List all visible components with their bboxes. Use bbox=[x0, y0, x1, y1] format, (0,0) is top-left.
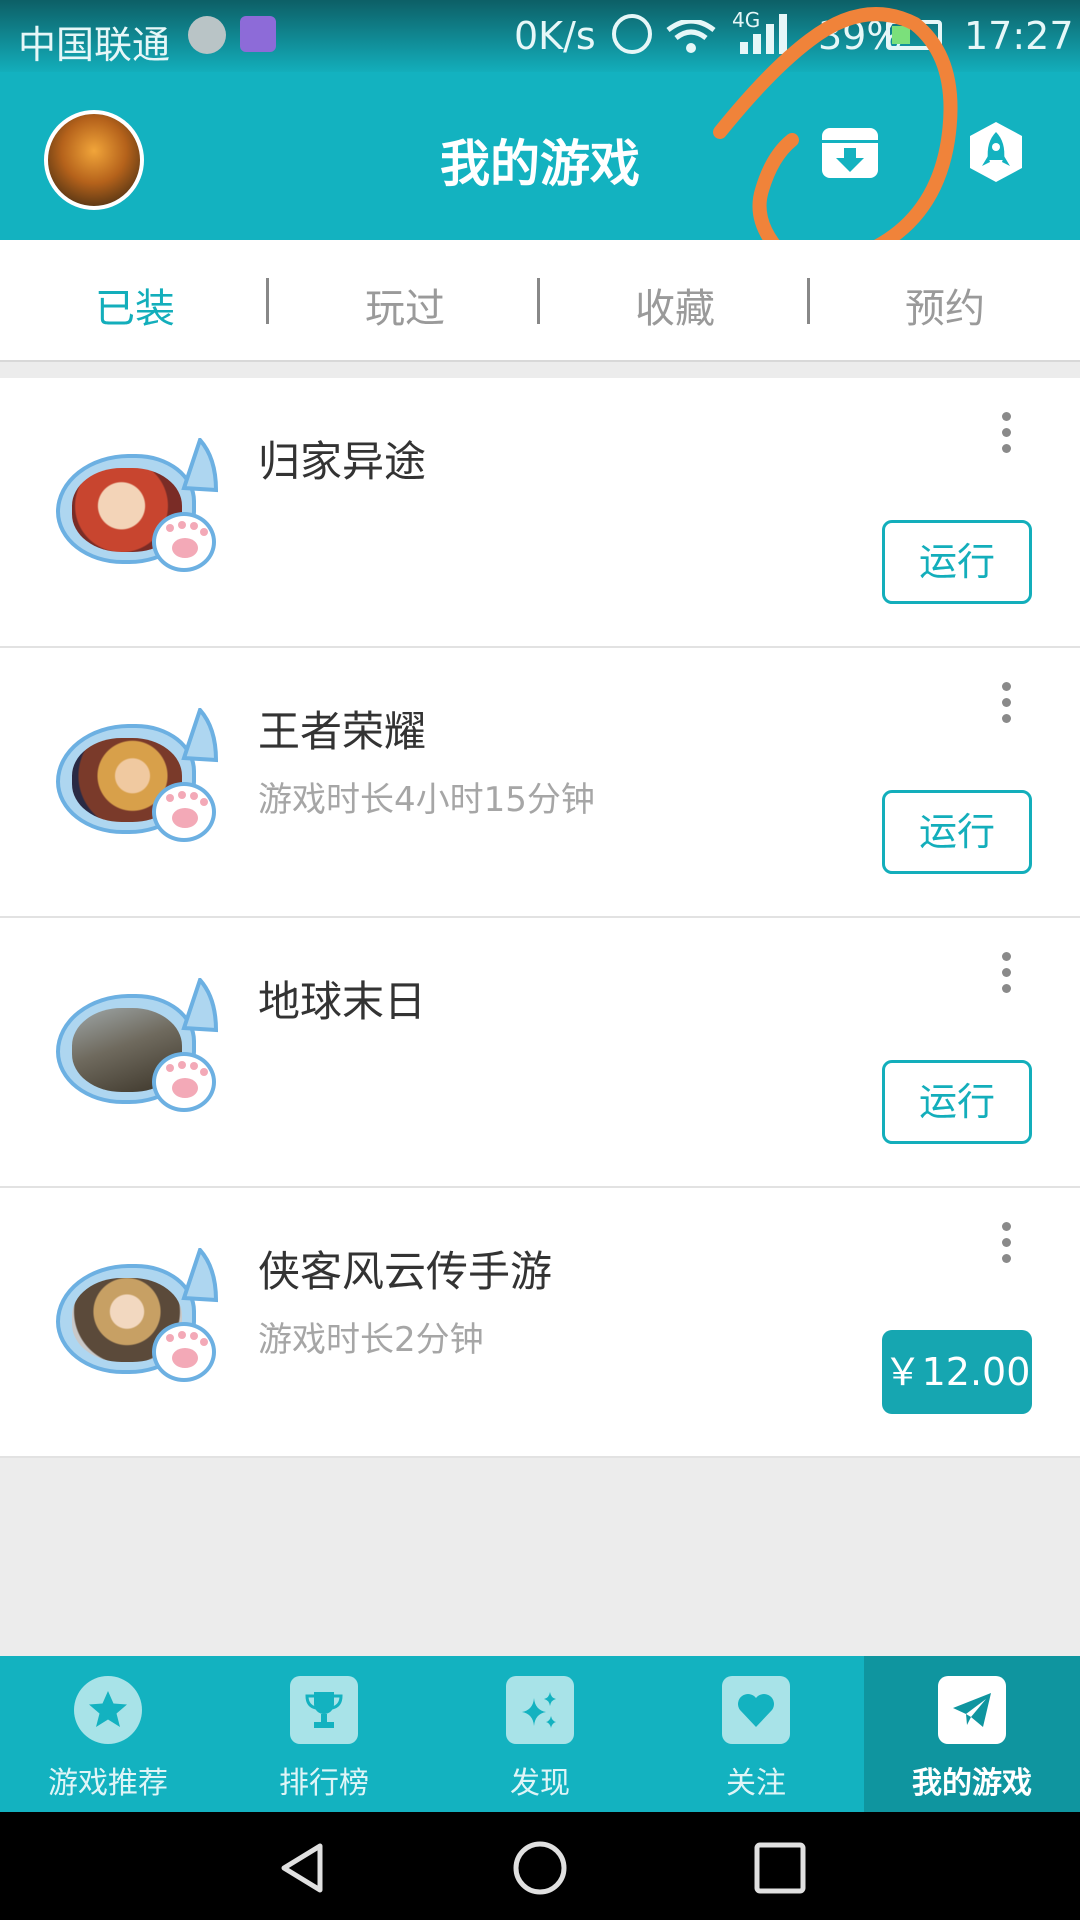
tab-divider bbox=[266, 278, 269, 324]
download-manager-icon[interactable] bbox=[820, 126, 880, 180]
game-name: 侠客风云传手游 bbox=[258, 1247, 553, 1296]
nav-label: 发现 bbox=[510, 1766, 570, 1801]
game-playtime: 游戏时长4小时15分钟 bbox=[258, 780, 595, 820]
nav-item-discover[interactable]: 发现 bbox=[432, 1656, 648, 1812]
paper-plane-icon bbox=[938, 1676, 1006, 1744]
tab-played[interactable]: 玩过 bbox=[270, 276, 540, 334]
system-nav-bar bbox=[0, 1812, 1080, 1920]
battery-icon bbox=[886, 20, 942, 50]
list-item[interactable]: 王者荣耀 游戏时长4小时15分钟 运行 bbox=[0, 648, 1080, 918]
game-name: 归家异途 bbox=[258, 437, 427, 486]
app-notification-icon bbox=[188, 16, 226, 54]
signal-icon bbox=[740, 12, 787, 54]
tab-favorites[interactable]: 收藏 bbox=[540, 276, 810, 334]
nav-label: 关注 bbox=[726, 1766, 786, 1801]
game-playtime: 游戏时长2分钟 bbox=[258, 1320, 484, 1360]
page-title: 我的游戏 bbox=[440, 135, 640, 193]
more-options-icon[interactable] bbox=[996, 412, 1016, 462]
app-header: 我的游戏 bbox=[0, 72, 1080, 240]
nav-label: 排行榜 bbox=[279, 1766, 369, 1801]
list-item[interactable]: 地球末日 运行 bbox=[0, 918, 1080, 1188]
more-options-icon[interactable] bbox=[996, 952, 1016, 1002]
run-button[interactable]: 运行 bbox=[882, 790, 1032, 874]
nav-label: 游戏推荐 bbox=[48, 1766, 168, 1801]
trophy-icon bbox=[290, 1676, 358, 1744]
tab-installed[interactable]: 已装 bbox=[0, 276, 270, 334]
network-speed: 0K/s bbox=[514, 14, 596, 58]
wifi-icon bbox=[666, 20, 716, 53]
nav-item-rankings[interactable]: 排行榜 bbox=[216, 1656, 432, 1812]
more-options-icon[interactable] bbox=[996, 682, 1016, 732]
run-button[interactable]: 运行 bbox=[882, 520, 1032, 604]
buy-button[interactable]: ￥12.00 bbox=[882, 1330, 1032, 1414]
sparkle-icon bbox=[506, 1676, 574, 1744]
clock-time: 17:27 bbox=[964, 14, 1074, 58]
heart-icon bbox=[722, 1676, 790, 1744]
game-icon bbox=[56, 978, 226, 1118]
status-bar: 中国联通 0K/s 4G 39% 17:27 bbox=[0, 0, 1080, 72]
run-button[interactable]: 运行 bbox=[882, 1060, 1032, 1144]
tab-reservations[interactable]: 预约 bbox=[810, 276, 1080, 334]
more-options-icon[interactable] bbox=[996, 1222, 1016, 1272]
game-icon bbox=[56, 438, 226, 578]
rocket-icon[interactable] bbox=[968, 120, 1024, 184]
recents-icon[interactable] bbox=[752, 1840, 808, 1896]
game-list: 归家异途 运行 王者荣耀 游戏时长4小时15分钟 运行 地球末日 运行 侠客风云… bbox=[0, 378, 1080, 1458]
nav-label: 我的游戏 bbox=[912, 1766, 1032, 1801]
carrier-name: 中国联通 bbox=[18, 23, 171, 67]
tab-bar: 已装 玩过 收藏 预约 bbox=[0, 240, 1080, 362]
list-item[interactable]: 归家异途 运行 bbox=[0, 378, 1080, 648]
notification-icons bbox=[188, 16, 276, 54]
list-item[interactable]: 侠客风云传手游 游戏时长2分钟 ￥12.00 bbox=[0, 1188, 1080, 1458]
nav-item-my-games[interactable]: 我的游戏 bbox=[864, 1656, 1080, 1812]
game-icon bbox=[56, 1248, 226, 1388]
star-icon bbox=[74, 1676, 142, 1744]
nav-item-recommend[interactable]: 游戏推荐 bbox=[0, 1656, 216, 1812]
back-icon[interactable] bbox=[274, 1840, 330, 1896]
alarm-icon bbox=[612, 14, 652, 54]
nav-item-follow[interactable]: 关注 bbox=[648, 1656, 864, 1812]
game-name: 地球末日 bbox=[258, 977, 427, 1026]
image-notification-icon bbox=[240, 16, 276, 52]
game-name: 王者荣耀 bbox=[258, 707, 427, 756]
game-icon bbox=[56, 708, 226, 848]
home-icon[interactable] bbox=[512, 1840, 568, 1896]
bottom-nav: 游戏推荐 排行榜 发现 关注 我的游戏 bbox=[0, 1656, 1080, 1812]
